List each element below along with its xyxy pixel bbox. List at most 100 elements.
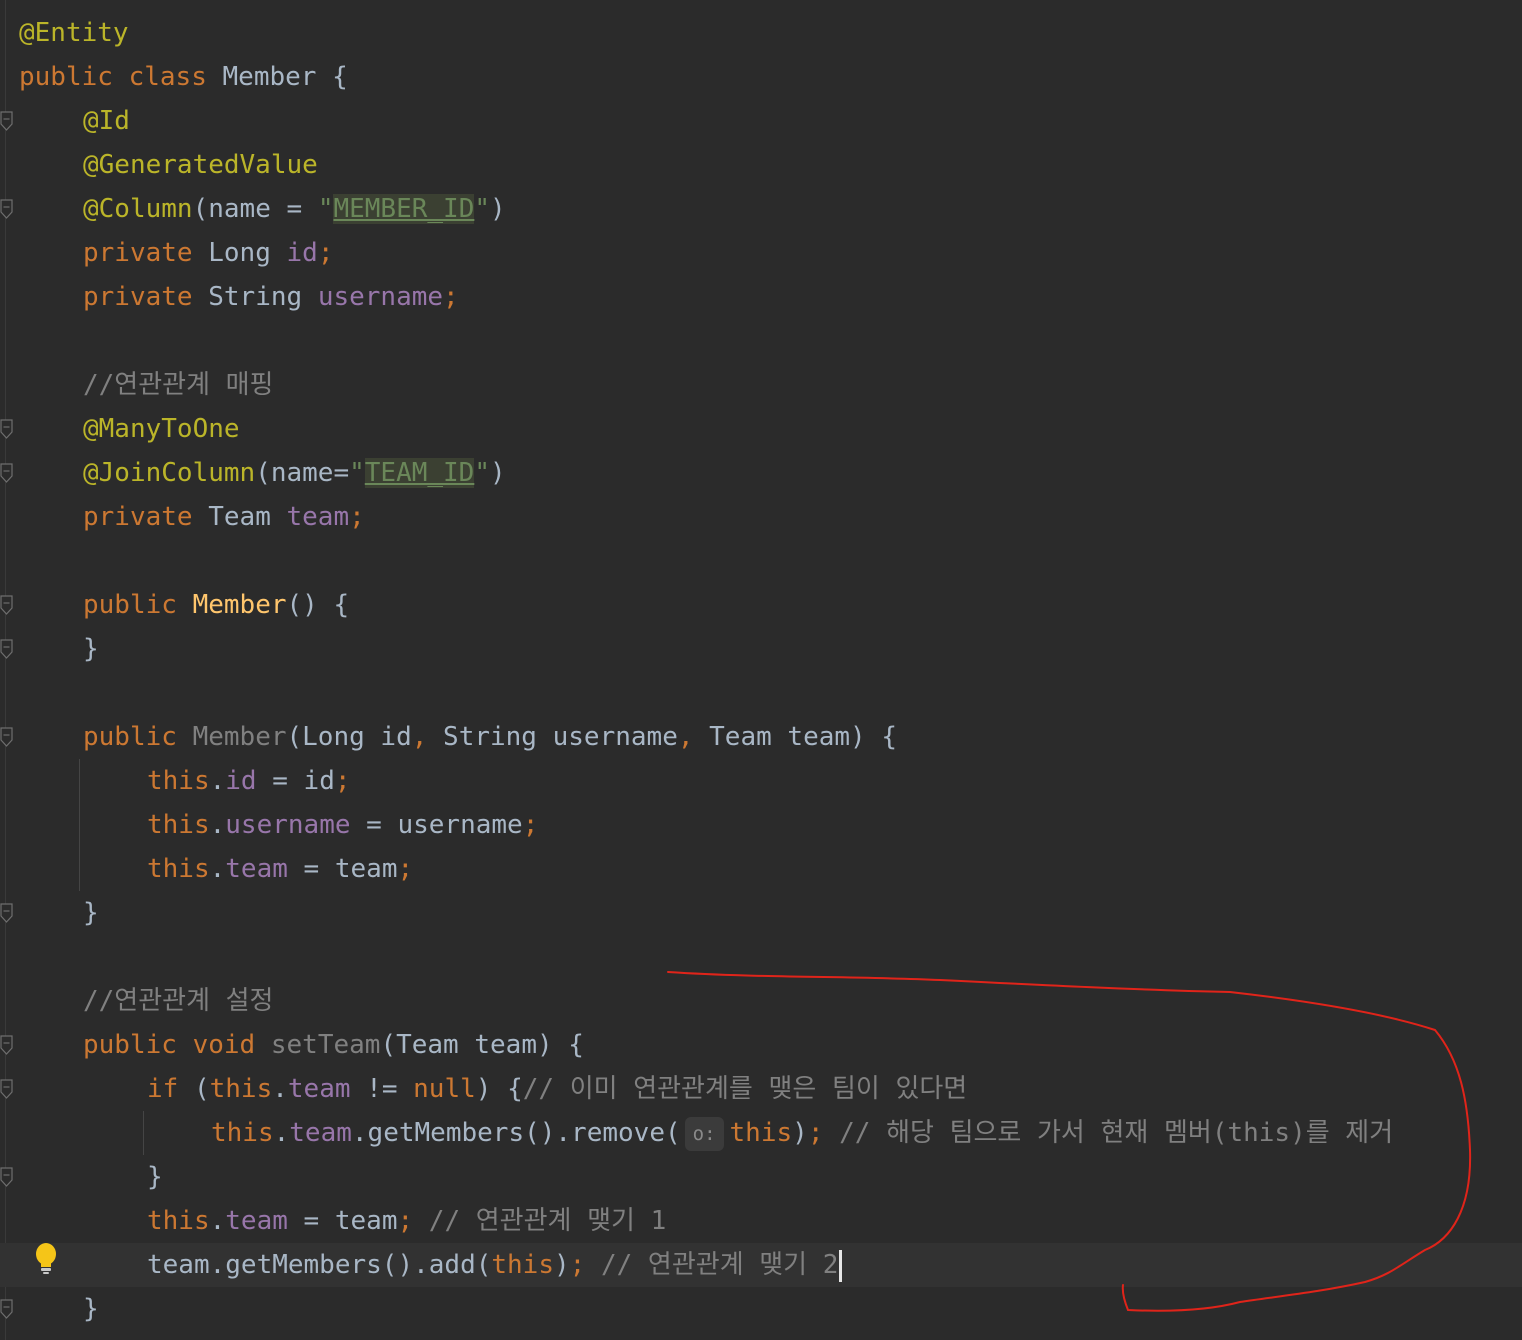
code-token: (name= xyxy=(255,458,350,488)
code-line[interactable]: this.team.getMembers().remove(o: this); /… xyxy=(0,1111,1522,1155)
fold-marker-icon[interactable] xyxy=(0,1078,14,1100)
code-token: " xyxy=(474,194,491,224)
code-line[interactable]: @Id xyxy=(0,99,1522,143)
code-token: ; xyxy=(334,766,351,796)
code-token: private xyxy=(83,238,193,268)
code-token: private xyxy=(83,282,193,312)
code-token: id xyxy=(286,238,318,268)
code-line[interactable]: public Member(Long id, String username, … xyxy=(0,715,1522,759)
code-line[interactable]: } xyxy=(0,1287,1522,1331)
code-line[interactable]: private Long id; xyxy=(0,231,1522,275)
code-line[interactable]: public Member() { xyxy=(0,583,1522,627)
code-token: ; xyxy=(569,1250,586,1280)
fold-marker-icon[interactable] xyxy=(0,1034,14,1056)
code-line[interactable]: } xyxy=(0,627,1522,671)
code-text: @ManyToOne xyxy=(83,407,240,451)
code-token: ; xyxy=(443,282,459,312)
code-token: @ManyToOne xyxy=(83,414,240,444)
code-token: ) xyxy=(490,194,506,224)
code-line[interactable] xyxy=(0,935,1522,979)
code-text: this.team = team; // 연관관계 맺기 1 xyxy=(147,1199,666,1243)
code-token: class xyxy=(128,62,207,92)
code-token: , xyxy=(677,722,694,752)
code-token: ( xyxy=(178,1074,210,1104)
code-token: null xyxy=(413,1074,476,1104)
code-token: ) xyxy=(554,1250,570,1280)
fold-marker-icon[interactable] xyxy=(0,110,14,132)
code-token: this xyxy=(209,1074,273,1104)
code-line[interactable] xyxy=(0,671,1522,715)
fold-marker-icon[interactable] xyxy=(0,638,14,660)
code-text: if (this.team != null) {// 이미 연관관계를 맺은 팀… xyxy=(147,1067,967,1111)
code-line[interactable] xyxy=(0,539,1522,583)
code-line[interactable]: @GeneratedValue xyxy=(0,143,1522,187)
code-token: @Column xyxy=(83,194,193,224)
code-token: , xyxy=(411,722,428,752)
fold-marker-icon[interactable] xyxy=(0,198,14,220)
code-token: ; xyxy=(349,502,365,532)
fold-marker-icon[interactable] xyxy=(0,902,14,924)
code-token: this xyxy=(147,810,210,840)
code-token: public xyxy=(83,590,177,620)
code-token: = team xyxy=(287,1206,398,1236)
code-text: team.getMembers().add(this); // 연관관계 맺기 … xyxy=(147,1243,843,1287)
code-line[interactable]: //연관관계 설정 xyxy=(0,979,1522,1023)
code-line[interactable]: public void setTeam(Team team) { xyxy=(0,1023,1522,1067)
code-token: // 연관관계 맺기 2 xyxy=(600,1250,839,1280)
code-line[interactable]: @Column(name = "MEMBER_ID") xyxy=(0,187,1522,231)
code-line[interactable]: this.username = username; xyxy=(0,803,1522,847)
code-token: (Long id xyxy=(286,722,412,752)
fold-marker-icon[interactable] xyxy=(0,726,14,748)
code-token: (Team team) { xyxy=(380,1030,584,1060)
code-token: String xyxy=(192,282,318,312)
code-text: this.username = username; xyxy=(147,803,538,847)
code-text: public Member() { xyxy=(83,583,349,627)
fold-marker-icon[interactable] xyxy=(0,418,14,440)
code-line[interactable]: } xyxy=(0,891,1522,935)
code-token: Member { xyxy=(206,62,348,92)
code-text: } xyxy=(83,627,99,671)
code-line[interactable]: private String username; xyxy=(0,275,1522,319)
code-token: . xyxy=(209,810,226,840)
code-line[interactable]: this.team = team; // 연관관계 맺기 1 xyxy=(0,1199,1522,1243)
lightbulb-icon[interactable] xyxy=(32,1242,60,1276)
code-token: . xyxy=(209,766,226,796)
code-line[interactable] xyxy=(0,319,1522,363)
code-line[interactable]: this.team = team; xyxy=(0,847,1522,891)
code-line[interactable]: @ManyToOne xyxy=(0,407,1522,451)
code-token: (name = xyxy=(192,194,318,224)
fold-marker-icon[interactable] xyxy=(0,1298,14,1320)
code-line[interactable]: @Entity xyxy=(0,11,1522,55)
code-line[interactable]: this.id = id; xyxy=(0,759,1522,803)
code-text: //연관관계 설정 xyxy=(83,979,273,1023)
code-editor[interactable]: @Entity public class Member {@Id @Generate… xyxy=(0,0,1522,1340)
code-token: ) xyxy=(792,1118,808,1148)
code-token: " xyxy=(474,458,490,488)
code-token: Member xyxy=(192,722,287,752)
code-line[interactable]: team.getMembers().add(this); // 연관관계 맺기 … xyxy=(0,1243,1522,1287)
code-token: this xyxy=(729,1118,793,1148)
code-text: private String username; xyxy=(83,275,459,319)
code-line[interactable]: //연관관계 매핑 xyxy=(0,363,1522,407)
code-line[interactable]: } xyxy=(0,1155,1522,1199)
code-text: public void setTeam(Team team) { xyxy=(83,1023,584,1067)
fold-marker-icon[interactable] xyxy=(0,462,14,484)
code-line[interactable]: private Team team; xyxy=(0,495,1522,539)
parameter-hint: o: xyxy=(684,1116,724,1151)
fold-marker-icon[interactable] xyxy=(0,1166,14,1188)
code-line[interactable]: public class Member { xyxy=(0,55,1522,99)
code-text: @Entity xyxy=(19,11,129,55)
code-token: if xyxy=(147,1074,179,1104)
code-token: // 해당 팀으로 가서 현재 멤버(this)를 제거 xyxy=(839,1118,1394,1148)
code-line[interactable]: if (this.team != null) {// 이미 연관관계를 맺은 팀… xyxy=(0,1067,1522,1111)
code-line[interactable]: @JoinColumn(name="TEAM_ID") xyxy=(0,451,1522,495)
code-token: . xyxy=(209,854,226,884)
code-token: } xyxy=(147,1162,163,1192)
code-token: } xyxy=(83,634,99,664)
fold-marker-icon[interactable] xyxy=(0,594,14,616)
